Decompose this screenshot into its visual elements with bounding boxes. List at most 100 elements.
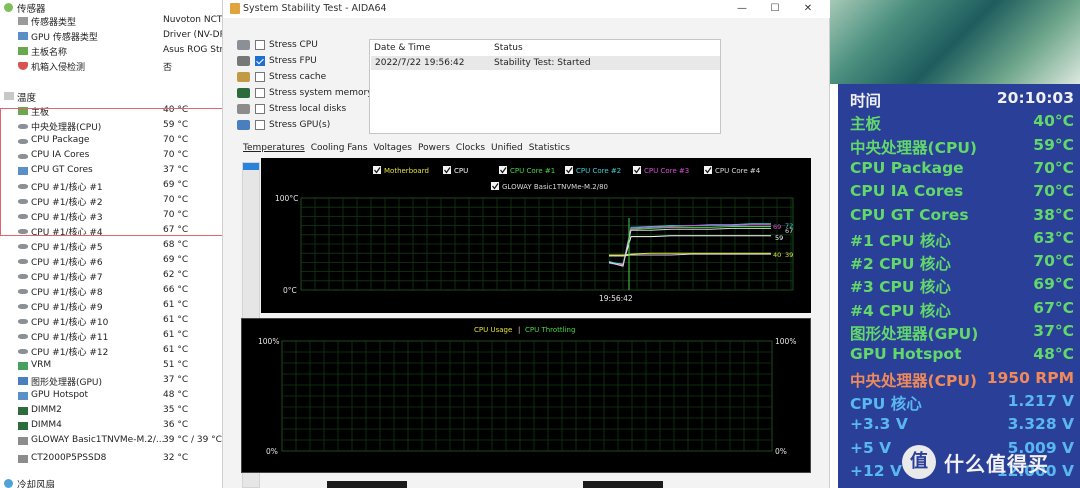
osd-value: 70°C [1033, 252, 1074, 271]
osd-label: 主板 [850, 115, 882, 134]
watermark: 值 什么值得买 [902, 445, 1049, 479]
gpu-card-icon [237, 120, 250, 130]
sensor-row[interactable]: CT2000P5PSSD8 32 °C [0, 452, 222, 467]
sensor-row[interactable]: CPU #1/核心 #8 66 °C [0, 284, 222, 299]
sensor-row[interactable]: 主板名称 Asus ROG Stri [0, 44, 222, 59]
checkbox[interactable] [255, 40, 265, 50]
stress-option-stress-cpu[interactable]: Stress CPU [237, 38, 318, 52]
osd-value: 3.328 V [1007, 415, 1074, 434]
sensor-row[interactable]: 机箱入侵检测 否 [0, 59, 222, 74]
osd-label: CPU 核心 [850, 394, 922, 413]
stress-option-stress-gpu-s-[interactable]: Stress GPU(s) [237, 118, 330, 132]
sensor-row[interactable]: CPU #1/核心 #12 61 °C [0, 344, 222, 359]
window-titlebar[interactable]: System Stability Test - AIDA64 — ☐ ✕ [223, 0, 831, 18]
tab-voltages[interactable]: Voltages [374, 143, 412, 155]
sensor-tree-panel[interactable]: 传感器 传感器类型 Nuvoton NCT6 GPU 传感器类型 Driver (NV-… [0, 0, 222, 488]
y-tick-label-right: 0% [775, 447, 787, 456]
sensor-row[interactable]: CPU #1/核心 #10 61 °C [0, 314, 222, 329]
stress-option-stress-local-disks[interactable]: Stress local disks [237, 102, 346, 116]
close-button[interactable]: ✕ [801, 2, 815, 15]
sensor-row[interactable]: CPU #1/核心 #1 69 °C [0, 179, 222, 194]
osd-row: GPU Hotspot 48°C [838, 343, 1080, 366]
stress-option-stress-cache[interactable]: Stress cache [237, 70, 326, 84]
sensor-row[interactable]: CPU #1/核心 #11 61 °C [0, 329, 222, 344]
checkbox[interactable] [255, 56, 265, 66]
gpu-chip-icon [18, 167, 28, 175]
cpu-icon [18, 244, 28, 249]
stress-option-stress-fpu[interactable]: Stress FPU [237, 54, 317, 68]
series-value-label: 59 [775, 234, 783, 242]
sensor-value: 51 °C [163, 360, 189, 370]
osd-panel: 时间 20:10:03 主板 40°C 中央处理器(CPU) 59°C CPU Packag… [830, 0, 1080, 488]
osd-label: CPU IA Cores [850, 182, 964, 201]
sensor-row[interactable]: 中央处理器(CPU) 59 °C [0, 119, 222, 134]
sensor-row[interactable]: GLOWAY Basic1TNVMe-M.2/... 39 °C / 39 °C [0, 434, 222, 449]
minimize-button[interactable]: — [735, 2, 749, 15]
checkbox[interactable] [255, 104, 265, 114]
sensor-label: 温度 [17, 93, 37, 104]
sensor-row[interactable]: DIMM2 35 °C [0, 404, 222, 419]
sensor-row[interactable]: GPU 传感器类型 Driver (NV-DR [0, 29, 222, 44]
memory-icon [237, 88, 250, 98]
status-table[interactable]: Date & Time Status 2022/7/22 19:56:42 St… [369, 39, 721, 134]
sensor-row[interactable]: DIMM4 36 °C [0, 419, 222, 434]
stress-option-stress-system-memory[interactable]: Stress system memory [237, 86, 373, 100]
sensor-row[interactable]: CPU #1/核心 #2 70 °C [0, 194, 222, 209]
sensor-label: DIMM4 [31, 420, 62, 430]
sensor-row[interactable]: CPU #1/核心 #9 61 °C [0, 299, 222, 314]
osd-value: 70°C [1033, 182, 1074, 201]
sensor-value: 36 °C [163, 420, 189, 430]
sensor-label: GPU 传感器类型 [31, 33, 98, 43]
checkbox[interactable] [255, 72, 265, 82]
series-line-cpu-core-4 [608, 227, 771, 267]
maximize-button[interactable]: ☐ [768, 2, 782, 15]
sensor-row[interactable]: CPU IA Cores 70 °C [0, 149, 222, 164]
sensor-row[interactable]: CPU Package 70 °C [0, 134, 222, 149]
gpu-card-icon [18, 377, 28, 385]
sensor-row[interactable]: GPU Hotspot 48 °C [0, 389, 222, 404]
bottom-button-stop[interactable] [583, 481, 663, 488]
window-title: System Stability Test - AIDA64 [243, 3, 387, 14]
sensor-row[interactable]: 传感器类型 Nuvoton NCT6 [0, 14, 222, 29]
tab-cooling-fans[interactable]: Cooling Fans [311, 143, 368, 155]
tab-unified[interactable]: Unified [491, 143, 523, 155]
cpu-icon [18, 259, 28, 264]
sensor-row[interactable]: CPU #1/核心 #5 68 °C [0, 239, 222, 254]
sensor-row[interactable]: 图形处理器(GPU) 37 °C [0, 374, 222, 389]
osd-value: 1950 RPM [986, 368, 1074, 387]
option-label: Stress local disks [269, 104, 347, 114]
watermark-logo: 值 [902, 445, 936, 479]
sensor-group-header[interactable]: 温度 [0, 89, 222, 104]
legend-label: CPU Core #1 [510, 167, 555, 175]
sensor-row[interactable]: VRM 51 °C [0, 359, 222, 374]
sensor-group-header[interactable]: 传感器 [0, 0, 222, 15]
cpu-icon [18, 319, 28, 324]
sensor-icon [4, 3, 13, 12]
osd-row: #3 CPU 核心 69°C [838, 273, 1080, 296]
cpu-icon [18, 139, 28, 144]
checkbox[interactable] [255, 88, 265, 98]
tab-powers[interactable]: Powers [418, 143, 450, 155]
bottom-button-start[interactable] [327, 481, 407, 488]
column-header-date[interactable]: Date & Time [374, 43, 430, 53]
column-header-status[interactable]: Status [494, 43, 523, 53]
osd-value: 40°C [1033, 112, 1074, 131]
table-row[interactable]: 2022/7/22 19:56:42 Stability Test: Start… [371, 56, 720, 70]
sensor-row[interactable]: CPU #1/核心 #6 69 °C [0, 254, 222, 269]
sensor-value: 否 [163, 63, 173, 73]
memory-icon [18, 422, 28, 430]
sensor-row[interactable]: CPU #1/核心 #7 62 °C [0, 269, 222, 284]
sensor-row[interactable]: CPU GT Cores 37 °C [0, 164, 222, 179]
sensor-row[interactable]: CPU #1/核心 #4 67 °C [0, 224, 222, 239]
sensor-value: 68 °C [163, 240, 189, 250]
tab-clocks[interactable]: Clocks [456, 143, 485, 155]
checkbox[interactable] [255, 120, 265, 130]
sensor-group-header[interactable]: 冷却风扇 [0, 476, 222, 488]
tab-statistics[interactable]: Statistics [529, 143, 570, 155]
sensor-value: 61 °C [163, 300, 189, 310]
sensor-row[interactable]: 主板 40 °C [0, 104, 222, 119]
sensor-label: CPU #1/核心 #2 [31, 198, 103, 208]
status-date-cell: 2022/7/22 19:56:42 [375, 58, 465, 68]
tab-temperatures[interactable]: Temperatures [243, 143, 305, 155]
sensor-row[interactable]: CPU #1/核心 #3 70 °C [0, 209, 222, 224]
